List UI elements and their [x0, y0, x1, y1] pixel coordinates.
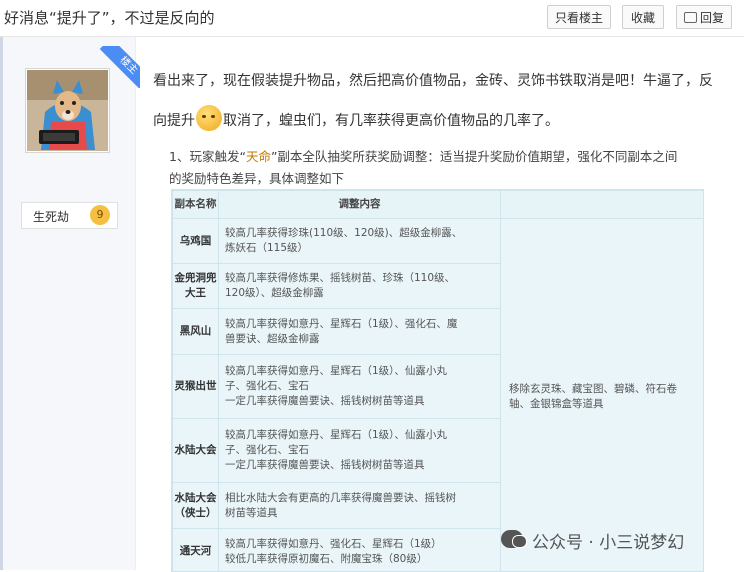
removed-items-cell: 移除玄灵珠、藏宝图、碧磷、符石卷轴、金银锦盒等道具 — [501, 219, 704, 572]
reward-table: 副本名称 调整内容 乌鸡国 较高几率获得珍珠(110级、120级)、超级金柳露、… — [171, 189, 704, 572]
content-line: 较低几率获得原初魔石、附魔宝珠（80级） — [225, 552, 494, 567]
favorite-button[interactable]: 收藏 — [622, 5, 664, 29]
dungeon-name: 黑风山 — [173, 309, 219, 355]
post-line-2-end: 取消了，蝗虫们，有几率获得更高价值物品的几率了。 — [223, 113, 559, 129]
adjust-prefix: 1、玩家触发“ — [169, 149, 246, 164]
level-badge: 9 — [90, 205, 110, 225]
content-line: 炼妖石（115级） — [225, 241, 494, 256]
adjust-suffix: ”副本全队抽奖所获奖励调整：适当提升奖励价值期望，强化不同副本之间 — [271, 149, 677, 164]
content-line: 较高几率获得如意丹、星辉石（1级）、仙露小丸 — [225, 364, 494, 379]
content-line: 子、强化石、宝石 — [225, 379, 494, 394]
column-header-extra — [501, 191, 704, 219]
reply-icon — [684, 12, 697, 23]
panel-edge — [0, 37, 3, 570]
adjust-intro-2: 的奖励特色差异，具体调整如下 — [169, 168, 344, 187]
only-op-button[interactable]: 只看楼主 — [547, 5, 611, 29]
dungeon-name: 通天河 — [173, 529, 219, 572]
thread-title: 好消息“提升了”，不过是反向的 — [4, 7, 215, 28]
content-line: 较高几率获得如意丹、星辉石（1级）、强化石、魔 — [225, 317, 494, 332]
reply-button[interactable]: 回复 — [676, 5, 732, 29]
content-line: 较高几率获得如意丹、星辉石（1级）、仙露小丸 — [225, 428, 494, 443]
content-line: 兽要诀、超级金柳露 — [225, 332, 494, 347]
content-line: 相比水陆大会有更高的几率获得魔兽要诀、摇钱树 — [225, 491, 494, 506]
post-line-2: 向提升 取消了，蝗虫们，有几率获得更高价值物品的几率了。 — [153, 108, 559, 134]
watermark: 公众号 · 小三说梦幻 — [501, 528, 726, 552]
adjust-intro: 1、玩家触发“天命”副本全队抽奖所获奖励调整：适当提升奖励价值期望，强化不同副本… — [169, 146, 677, 165]
dungeon-content: 较高几率获得如意丹、星辉石（1级）、仙露小丸子、强化石、宝石一定几率获得魔兽要诀… — [219, 419, 501, 483]
table-header-row: 副本名称 调整内容 — [173, 191, 704, 219]
extra-line: 移除玄灵珠、藏宝图、碧磷、符石卷 — [509, 382, 695, 397]
reply-label: 回复 — [700, 11, 724, 25]
op-badge: 楼主 — [100, 46, 140, 88]
post-line-1: 看出来了，现在假装提升物品，然后把高价值物品，金砖、灵饰书铁取消是吧！牛逼了，反 — [153, 70, 713, 90]
dungeon-content: 较高几率获得如意丹、强化石、星辉石（1级）较低几率获得原初魔石、附魔宝珠（80级… — [219, 529, 501, 572]
dungeon-content: 较高几率获得修炼果、摇钱树苗、珍珠（110级、120级）、超级金柳露 — [219, 264, 501, 309]
dungeon-name: 金兜洞兜大王 — [173, 264, 219, 309]
user-tag[interactable]: 生死劫 9 — [21, 202, 118, 229]
username[interactable]: 生死劫 — [33, 208, 69, 225]
wechat-icon — [501, 530, 523, 548]
watermark-text: 公众号 · 小三说梦幻 — [532, 528, 684, 553]
dungeon-name: 乌鸡国 — [173, 219, 219, 264]
content-line: 较高几率获得珍珠(110级、120级)、超级金柳露、 — [225, 226, 494, 241]
table-row: 乌鸡国 较高几率获得珍珠(110级、120级)、超级金柳露、炼妖石（115级） … — [173, 219, 704, 264]
content-line: 较高几率获得如意丹、强化石、星辉石（1级） — [225, 537, 494, 552]
dungeon-content: 较高几率获得如意丹、星辉石（1级）、强化石、魔兽要诀、超级金柳露 — [219, 309, 501, 355]
dungeon-name: 水陆大会 — [173, 419, 219, 483]
content-line: 树苗等道具 — [225, 506, 494, 521]
content-line: 子、强化石、宝石 — [225, 443, 494, 458]
dungeon-name: 灵猴出世 — [173, 355, 219, 419]
extra-line: 轴、金银锦盒等道具 — [509, 397, 695, 412]
content-line: 较高几率获得修炼果、摇钱树苗、珍珠（110级、 — [225, 271, 494, 286]
adjust-highlight: 天命 — [246, 149, 271, 164]
op-ribbon: 楼主 — [98, 46, 140, 88]
post-line-2-start: 向提升 — [153, 113, 195, 129]
dungeon-content: 较高几率获得如意丹、星辉石（1级）、仙露小丸子、强化石、宝石一定几率获得魔兽要诀… — [219, 355, 501, 419]
smug-emoji-icon — [196, 105, 222, 131]
dungeon-content: 相比水陆大会有更高的几率获得魔兽要诀、摇钱树树苗等道具 — [219, 483, 501, 529]
content-line: 120级）、超级金柳露 — [225, 286, 494, 301]
content-line: 一定几率获得魔兽要诀、摇钱树树苗等道具 — [225, 458, 494, 473]
thread-header: 好消息“提升了”，不过是反向的 只看楼主 收藏 回复 — [0, 0, 744, 37]
dungeon-content: 较高几率获得珍珠(110级、120级)、超级金柳露、炼妖石（115级） — [219, 219, 501, 264]
column-header-name: 副本名称 — [173, 191, 219, 219]
avatar-image — [27, 70, 108, 151]
column-header-content: 调整内容 — [219, 191, 501, 219]
content-line: 一定几率获得魔兽要诀、摇钱树树苗等道具 — [225, 394, 494, 409]
dungeon-name: 水陆大会（侠士） — [173, 483, 219, 529]
